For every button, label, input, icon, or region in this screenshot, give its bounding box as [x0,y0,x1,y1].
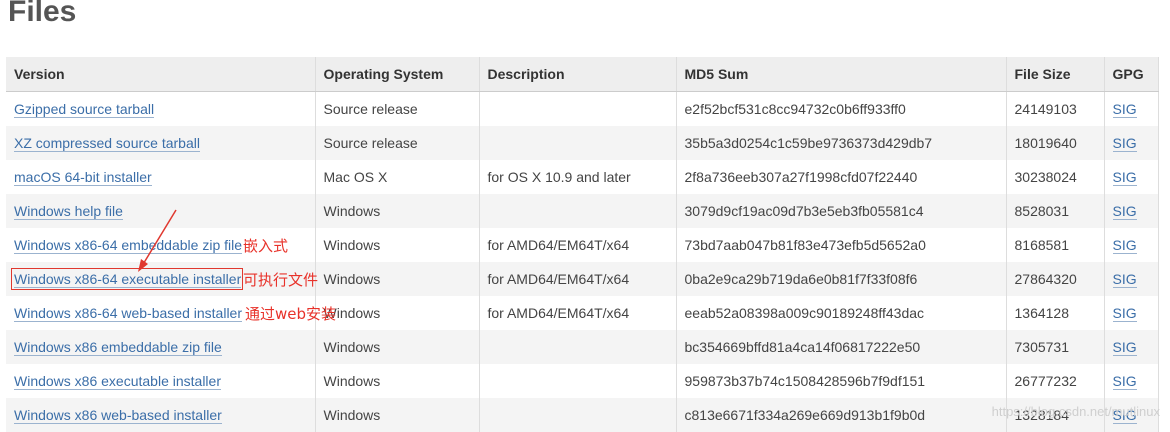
annotation-executable: 可执行文件 [243,269,318,290]
watermark: https://blog.csdn.net/mutlinux [992,404,1160,419]
annotation-arrow-icon [0,0,1170,429]
annotation-web-install: 通过web安装 [245,303,336,324]
annotation-embeddable: 嵌入式 [243,235,288,256]
